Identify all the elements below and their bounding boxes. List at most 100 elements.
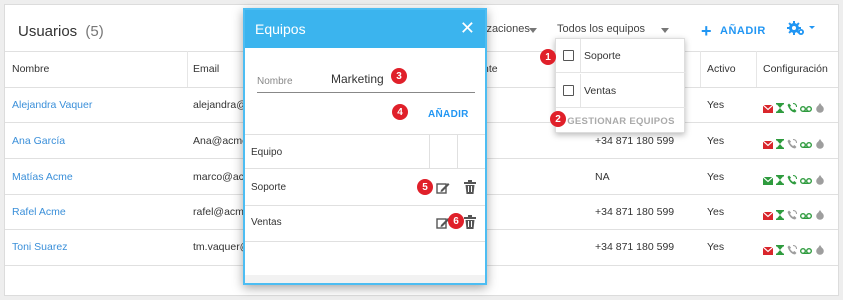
edit-icon[interactable] <box>436 181 450 195</box>
modal-header: Equipos <box>245 10 485 48</box>
cloud-icon[interactable] <box>815 100 825 113</box>
modal-footer <box>245 275 485 283</box>
add-team-button[interactable]: AÑADIR <box>428 109 469 120</box>
voicemail-icon[interactable] <box>800 136 812 148</box>
trash-icon[interactable] <box>464 180 476 194</box>
user-name-link[interactable]: Matías Acme <box>12 171 73 183</box>
plus-icon: + <box>701 21 713 41</box>
mail-icon[interactable] <box>762 242 774 255</box>
column-header-settings[interactable]: Configuración <box>763 63 828 75</box>
users-count: (5) <box>85 23 104 40</box>
user-phone: +34 871 180 599 <box>595 206 675 218</box>
user-config-icons <box>762 100 825 113</box>
divider <box>580 74 581 108</box>
step-badge-3: 3 <box>391 68 407 84</box>
cloud-icon[interactable] <box>815 136 825 149</box>
user-active: Yes <box>707 135 725 147</box>
hourglass-icon[interactable] <box>776 100 784 113</box>
divider <box>245 205 485 206</box>
modal-title: Equipos <box>255 21 306 37</box>
column-divider <box>756 51 757 87</box>
input-underline <box>257 92 475 93</box>
column-divider <box>700 51 701 87</box>
user-name-link[interactable]: Ana García <box>12 135 65 147</box>
voicemail-icon[interactable] <box>800 207 812 219</box>
teams-filter-label: Todos los equipos <box>557 23 646 35</box>
column-header-team: Equipo <box>251 147 283 158</box>
chevron-down-icon[interactable] <box>529 28 537 33</box>
phone-icon[interactable] <box>787 242 797 255</box>
user-active: Yes <box>707 206 725 218</box>
teams-filter[interactable]: Todos los equipos <box>557 23 645 35</box>
user-name-link[interactable]: Alejandra Vaquer <box>12 99 92 111</box>
divider <box>245 134 485 135</box>
hourglass-icon[interactable] <box>776 242 784 255</box>
column-header-email[interactable]: Email <box>193 63 219 75</box>
add-user-label: AÑADIR <box>720 25 766 37</box>
column-divider <box>187 51 188 87</box>
voicemail-icon[interactable] <box>800 242 812 254</box>
user-config-icons <box>762 242 825 255</box>
add-user-button[interactable]: + AÑADIR <box>701 21 766 41</box>
dropdown-item-label: Soporte <box>584 49 621 62</box>
teams-dropdown: Soporte Ventas GESTIONAR EQUIPOS <box>555 38 686 133</box>
dropdown-item-label: Ventas <box>584 84 617 97</box>
user-active: Yes <box>707 241 725 253</box>
step-badge-5: 5 <box>417 179 433 195</box>
hourglass-icon[interactable] <box>776 136 784 149</box>
cloud-icon[interactable] <box>815 172 825 185</box>
gear-icon <box>787 21 815 35</box>
team-name-label: Nombre <box>257 76 293 87</box>
team-name: Ventas <box>251 217 282 228</box>
user-phone: +34 871 180 599 <box>595 135 675 147</box>
chevron-down-icon[interactable] <box>661 28 669 33</box>
user-name-link[interactable]: Toni Suarez <box>12 241 67 253</box>
dropdown-item-soporte[interactable]: Soporte <box>556 39 686 73</box>
user-active: Yes <box>707 171 725 183</box>
checkbox[interactable] <box>563 85 574 96</box>
mail-icon[interactable] <box>762 136 774 149</box>
close-icon[interactable]: ✕ <box>460 19 475 37</box>
user-email: tm.vaquer@ <box>193 241 251 253</box>
phone-icon[interactable] <box>787 207 797 220</box>
user-name-link[interactable]: Rafel Acme <box>12 206 66 218</box>
cloud-icon[interactable] <box>815 207 825 220</box>
divider <box>245 241 485 242</box>
phone-icon[interactable] <box>787 136 797 149</box>
team-name: Soporte <box>251 182 287 193</box>
mail-icon[interactable] <box>762 100 774 113</box>
step-badge-4: 4 <box>392 104 408 120</box>
page-title: Usuarios (5) <box>18 23 104 40</box>
phone-icon[interactable] <box>787 100 797 113</box>
organization-filter[interactable]: izaciones <box>484 23 530 35</box>
user-config-icons <box>762 172 825 185</box>
user-phone: +34 871 180 599 <box>595 241 675 253</box>
voicemail-icon[interactable] <box>800 172 812 184</box>
divider <box>580 39 581 73</box>
column-divider <box>429 134 430 168</box>
step-badge-1: 1 <box>540 49 556 65</box>
hourglass-icon[interactable] <box>776 207 784 220</box>
mail-icon[interactable] <box>762 172 774 185</box>
teams-modal: Equipos ✕ Nombre AÑADIR Equipo Soporte V… <box>243 8 487 285</box>
user-active: Yes <box>707 99 725 111</box>
voicemail-icon[interactable] <box>800 100 812 112</box>
dropdown-item-ventas[interactable]: Ventas <box>556 74 686 108</box>
column-divider <box>457 134 458 168</box>
settings-menu[interactable] <box>786 18 816 43</box>
trash-icon[interactable] <box>464 215 476 229</box>
cloud-icon[interactable] <box>815 242 825 255</box>
phone-icon[interactable] <box>787 172 797 185</box>
page-title-text: Usuarios <box>18 23 78 40</box>
mail-icon[interactable] <box>762 207 774 220</box>
step-badge-2: 2 <box>550 111 566 127</box>
manage-teams-button[interactable]: GESTIONAR EQUIPOS <box>556 109 686 133</box>
checkbox[interactable] <box>563 50 574 61</box>
column-header-name[interactable]: Nombre <box>12 63 49 75</box>
user-config-icons <box>762 207 825 220</box>
hourglass-icon[interactable] <box>776 172 784 185</box>
step-badge-6: 6 <box>448 213 464 229</box>
divider <box>245 168 485 169</box>
organization-filter-label: izaciones <box>484 23 530 35</box>
column-header-active[interactable]: Activo <box>707 63 736 75</box>
